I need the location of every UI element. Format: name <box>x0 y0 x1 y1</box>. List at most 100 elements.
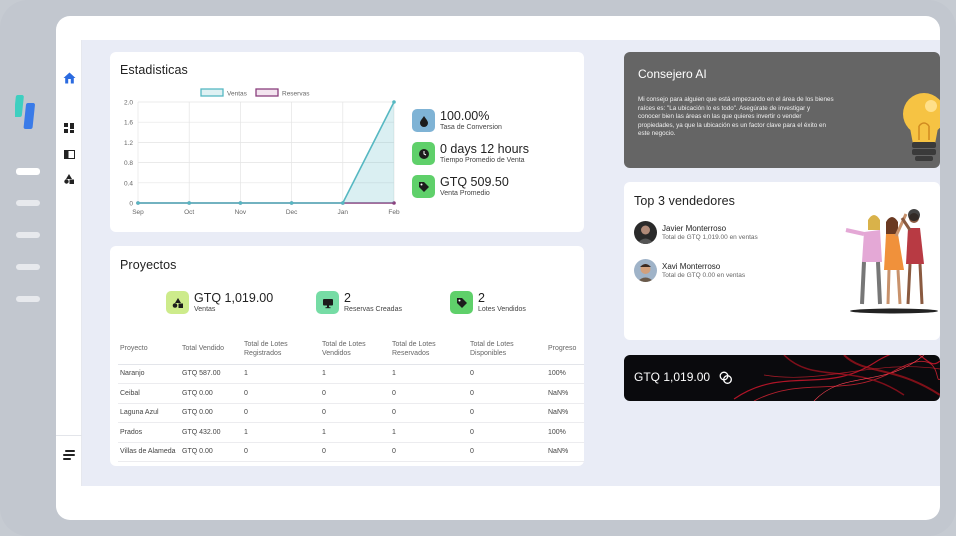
kpi-value: GTQ 509.50 <box>440 175 509 189</box>
kpi-item: 100.00% Tasa de Conversion <box>412 109 502 132</box>
legend-swatch <box>255 88 279 97</box>
rail-nav-item[interactable] <box>16 264 40 270</box>
table-row[interactable]: Ceibal GTQ 0.00 0 0 0 0 NaN% <box>118 383 584 404</box>
rail-nav-item[interactable] <box>16 200 40 206</box>
x-tick-label: Oct <box>184 209 194 216</box>
kpi-value: 100.00% <box>440 109 490 123</box>
data-point <box>392 100 396 104</box>
column-header[interactable]: Proyecto <box>118 334 180 365</box>
column-header[interactable]: Total de Lotes Disponibles <box>468 334 546 365</box>
data-point <box>341 201 345 205</box>
projects-title: Proyectos <box>120 258 177 272</box>
table-body: Naranjo GTQ 587.00 1 1 1 0 100% Ceibal GTQ 0.00 0… <box>118 364 584 462</box>
legend-label: Reservas <box>282 91 310 98</box>
data-point <box>238 201 243 205</box>
table-cell: GTQ 0.00 <box>180 442 242 462</box>
table-cell: 0 <box>242 383 320 404</box>
ai-advice-card: Consejero AI Mi consejo para alguien que… <box>624 52 940 168</box>
table-cell: 0 <box>390 383 468 404</box>
column-header[interactable]: Total de Lotes Registrados <box>242 334 320 365</box>
data-point <box>136 201 140 205</box>
table-cell: 1 <box>320 364 390 384</box>
lightbulb-icon <box>903 93 940 161</box>
table-cell: 1 <box>242 364 320 384</box>
column-header[interactable]: Total de Lotes Reservados <box>390 334 468 365</box>
y-tick-label: 0 <box>129 201 133 208</box>
table-cell: GTQ 587.00 <box>180 364 242 384</box>
legend-label: Ventas <box>227 91 248 98</box>
table-cell: 1 <box>320 422 390 443</box>
menu-icon[interactable] <box>62 448 76 462</box>
table-cell: 0 <box>390 442 468 462</box>
kpi-label: Lotes Vendidos <box>478 306 526 313</box>
seller-item[interactable]: Xavi Monterroso Total de GTQ 0.00 en ven… <box>634 259 745 282</box>
rail-nav-item[interactable] <box>16 296 40 302</box>
seller-name: Javier Monterroso <box>662 223 727 233</box>
tag-icon <box>450 291 473 314</box>
table-cell: 100% <box>546 422 584 443</box>
shapes-icon[interactable] <box>62 172 76 186</box>
table-cell: 1 <box>390 364 468 384</box>
kpi-item: GTQ 509.50 Venta Promedio <box>412 175 509 198</box>
table-cell: 0 <box>468 422 546 443</box>
table-cell: Ceibal <box>118 383 180 404</box>
table-cell: 1 <box>390 422 468 443</box>
ai-advice-text: Mi consejo para alguien que está empezan… <box>638 96 834 138</box>
table-cell: 0 <box>320 442 390 462</box>
layout-icon[interactable] <box>62 147 76 161</box>
kpi-value: 2 <box>478 291 485 305</box>
table-row[interactable]: Villas de Alameda GTQ 0.00 0 0 0 0 NaN% <box>118 442 584 462</box>
y-tick-label: 1.2 <box>124 140 133 147</box>
rail-nav-item[interactable] <box>16 168 40 175</box>
series-area-ventas <box>138 102 394 203</box>
column-header[interactable]: Total de Lotes Vendidos <box>320 334 390 365</box>
balance-card[interactable]: GTQ 1,019.00 <box>624 355 940 401</box>
stats-card: Estadisticas 0 0.4 0.8 1.2 1.6 2.0 Sep Oct Nov De… <box>110 52 584 232</box>
x-tick-label: Nov <box>235 209 247 216</box>
table-cell: GTQ 432.00 <box>180 422 242 443</box>
column-header[interactable]: Progreso <box>546 334 584 365</box>
sidebar <box>56 40 82 486</box>
stats-title: Estadisticas <box>120 63 188 77</box>
kpi-item: 0 days 12 hours Tiempo Promedio de Venta <box>412 142 529 165</box>
table-cell: 0 <box>242 403 320 423</box>
column-header[interactable]: Total Vendido <box>180 334 242 365</box>
clock-icon <box>412 142 435 165</box>
dashboard-icon[interactable] <box>62 121 76 135</box>
rail-nav-item[interactable] <box>16 232 40 238</box>
table-cell: 0 <box>320 403 390 423</box>
kpi-label: Venta Promedio <box>440 190 490 197</box>
app-window: Estadisticas 0 0.4 0.8 1.2 1.6 2.0 Sep Oct Nov De… <box>56 16 940 520</box>
kpi-item: GTQ 1,019.00 Ventas <box>166 291 273 314</box>
top-sellers-title: Top 3 vendedores <box>634 194 735 208</box>
table-row[interactable]: Prados GTQ 432.00 1 1 1 0 100% <box>118 422 584 443</box>
celebration-illustration <box>845 209 938 314</box>
table-cell: 100% <box>546 364 584 384</box>
abstract-light-background <box>733 355 940 401</box>
kpi-label: Tiempo Promedio de Venta <box>440 157 525 164</box>
data-point <box>187 201 191 205</box>
x-tick-label: Feb <box>388 209 400 216</box>
table-row[interactable]: Laguna Azul GTQ 0.00 0 0 0 0 NaN% <box>118 403 584 423</box>
table-cell: Naranjo <box>118 364 180 384</box>
table-cell: 0 <box>468 383 546 404</box>
home-icon[interactable] <box>62 71 76 85</box>
kpi-item: 2 Lotes Vendidos <box>450 291 526 314</box>
y-tick-label: 0.4 <box>124 180 133 187</box>
x-tick-label: Jan <box>338 209 349 216</box>
kpi-value: 2 <box>344 291 351 305</box>
y-tick-label: 2.0 <box>124 100 133 107</box>
x-tick-label: Sep <box>132 209 144 216</box>
table-cell: GTQ 0.00 <box>180 403 242 423</box>
seller-item[interactable]: Javier Monterroso Total de GTQ 1,019.00 … <box>634 221 758 244</box>
table-cell: 0 <box>468 403 546 423</box>
table-row[interactable]: Naranjo GTQ 587.00 1 1 1 0 100% <box>118 364 584 384</box>
kpi-label: Tasa de Conversion <box>440 124 502 131</box>
avatar <box>634 221 657 244</box>
drop-icon <box>412 109 435 132</box>
table-cell: 0 <box>242 442 320 462</box>
triangle-icon <box>166 291 189 314</box>
y-tick-label: 1.6 <box>124 120 133 127</box>
top-sellers-card: Top 3 vendedores Javier Monterroso Total… <box>624 182 940 340</box>
table-cell: NaN% <box>546 442 584 462</box>
